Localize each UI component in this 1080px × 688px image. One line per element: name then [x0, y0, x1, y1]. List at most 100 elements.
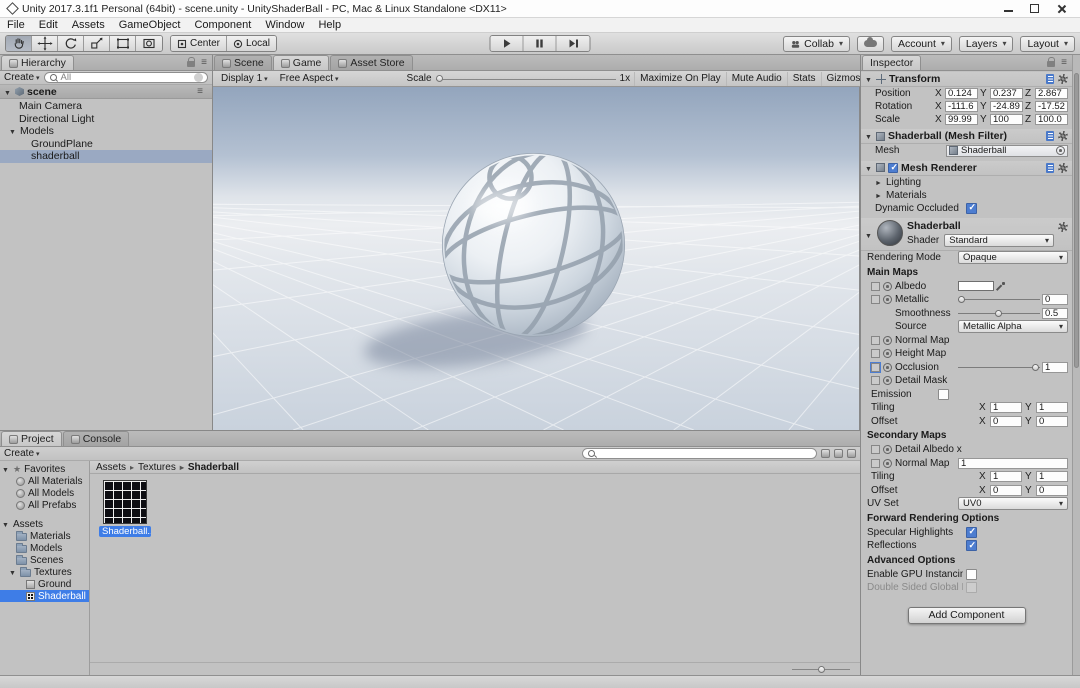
metallic-field[interactable]: 0 [1042, 294, 1068, 306]
tab-scene[interactable]: Scene [214, 55, 272, 70]
materials-foldout-row[interactable]: Materials [861, 189, 1072, 202]
project-create-dropdown[interactable]: Create [4, 448, 40, 459]
pause-button[interactable] [523, 36, 557, 51]
mute-audio-button[interactable]: Mute Audio [725, 71, 787, 86]
rotation-z-field[interactable]: -17.52 [1035, 101, 1068, 112]
slider-thumb[interactable] [818, 665, 825, 673]
smoothness-field[interactable]: 0.5 [1042, 307, 1068, 319]
dynamic-occluded-checkbox[interactable] [966, 202, 977, 214]
maximize-icon[interactable] [1030, 3, 1040, 14]
shader-dropdown[interactable]: Standard [944, 234, 1054, 247]
secondary-tiling-x-field[interactable]: 1 [990, 471, 1022, 483]
source-dropdown[interactable]: Metallic Alpha [958, 320, 1068, 334]
reflections-checkbox[interactable] [966, 540, 977, 552]
menu-gameobject[interactable]: GameObject [112, 18, 188, 32]
menu-component[interactable]: Component [187, 18, 258, 32]
texture-picker-icon[interactable] [883, 376, 892, 386]
material-header[interactable]: Shaderball Shader Standard [861, 218, 1072, 251]
help-icon[interactable] [1046, 74, 1054, 84]
texture-picker-icon[interactable] [883, 281, 892, 291]
tiling-y-field[interactable]: 1 [1036, 402, 1068, 414]
gear-icon[interactable] [1058, 162, 1068, 173]
hierarchy-item-groundplane[interactable]: GroundPlane [0, 138, 212, 151]
panel-menu-icon[interactable] [1061, 58, 1067, 68]
texture-picker-icon[interactable] [883, 458, 892, 468]
asset-shaderball[interactable]: Shaderball [0, 590, 89, 602]
rendering-mode-dropdown[interactable]: Opaque [958, 251, 1068, 265]
scrollbar-thumb[interactable] [1074, 73, 1079, 368]
foldout-icon[interactable] [875, 177, 883, 188]
texture-slot[interactable] [871, 281, 880, 291]
secondary-tiling-y-field[interactable]: 1 [1036, 471, 1068, 483]
asset-item-shaderball[interactable]: Shaderball... [99, 480, 151, 537]
assets-root-folder[interactable]: Assets [0, 518, 89, 530]
lock-icon[interactable] [187, 57, 196, 67]
offset-y-field[interactable]: 0 [1036, 415, 1068, 427]
stats-button[interactable]: Stats [786, 71, 821, 86]
rotation-x-field[interactable]: -111.6 [945, 101, 978, 112]
search-by-type-icon[interactable] [821, 449, 830, 458]
scale-x-field[interactable]: 99.99 [945, 114, 978, 125]
collab-dropdown[interactable]: Collab [783, 35, 850, 52]
texture-picker-icon[interactable] [883, 295, 892, 305]
smoothness-slider[interactable] [958, 308, 1040, 319]
slider-thumb[interactable] [958, 296, 965, 304]
display-dropdown[interactable]: Display 1 [217, 72, 272, 86]
secondary-offset-x-field[interactable]: 0 [990, 484, 1022, 496]
breadcrumb-textures[interactable]: Textures [126, 462, 176, 473]
panel-menu-icon[interactable] [201, 58, 207, 68]
aspect-dropdown[interactable]: Free Aspect [276, 72, 343, 86]
layers-dropdown[interactable]: Layers [958, 35, 1014, 52]
gear-icon[interactable] [1058, 131, 1068, 141]
rotate-tool-button[interactable] [58, 36, 84, 51]
occlusion-field[interactable]: 1 [1042, 361, 1068, 373]
transform-header[interactable]: Transform [861, 72, 1072, 87]
foldout-icon[interactable] [4, 86, 12, 98]
texture-slot[interactable] [871, 376, 880, 386]
uv-set-dropdown[interactable]: UV0 [958, 497, 1068, 511]
folder-models[interactable]: Models [0, 542, 89, 554]
scale-slider[interactable] [435, 73, 616, 85]
scene-header-row[interactable]: scene [0, 85, 212, 99]
project-search-input[interactable] [582, 448, 817, 459]
step-button[interactable] [556, 36, 590, 51]
hierarchy-tab[interactable]: Hierarchy [1, 55, 74, 70]
foldout-icon[interactable] [2, 519, 10, 530]
search-by-label-icon[interactable] [834, 449, 843, 458]
pivot-local-button[interactable]: Local [227, 36, 276, 51]
hierarchy-search-input[interactable]: All [43, 72, 208, 83]
foldout-icon[interactable] [865, 73, 873, 85]
lighting-foldout-row[interactable]: Lighting [861, 176, 1072, 189]
breadcrumb-shaderball[interactable]: Shaderball [176, 462, 239, 473]
slider-thumb[interactable] [1032, 363, 1039, 371]
rect-tool-button[interactable] [110, 36, 136, 51]
cloud-button[interactable] [856, 35, 884, 52]
account-dropdown[interactable]: Account [890, 35, 952, 52]
folder-materials[interactable]: Materials [0, 530, 89, 542]
asset-ground[interactable]: Ground [0, 578, 89, 590]
hierarchy-item-main-camera[interactable]: Main Camera [0, 100, 212, 113]
game-viewport[interactable] [213, 87, 860, 430]
help-icon[interactable] [1046, 131, 1054, 141]
menu-edit[interactable]: Edit [32, 18, 65, 32]
close-icon[interactable] [1056, 4, 1066, 14]
layout-dropdown[interactable]: Layout [1020, 35, 1075, 52]
favorites-header[interactable]: Favorites [0, 463, 89, 475]
search-clear-icon[interactable] [194, 73, 203, 82]
scale-y-field[interactable]: 100 [990, 114, 1023, 125]
mesh-filter-header[interactable]: Shaderball (Mesh Filter) [861, 129, 1072, 144]
folder-textures[interactable]: Textures [0, 566, 89, 578]
breadcrumb-assets[interactable]: Assets [96, 462, 126, 473]
menu-assets[interactable]: Assets [65, 18, 112, 32]
add-component-button[interactable]: Add Component [907, 606, 1026, 624]
foldout-icon[interactable] [865, 162, 873, 174]
texture-slot[interactable] [871, 335, 880, 345]
hand-tool-button[interactable] [6, 36, 32, 51]
texture-slot[interactable] [871, 295, 880, 305]
specular-highlights-checkbox[interactable] [966, 526, 977, 538]
mesh-object-field[interactable]: Shaderball [946, 144, 1068, 157]
minimize-icon[interactable] [1004, 4, 1014, 14]
menu-window[interactable]: Window [258, 18, 311, 32]
secondary-offset-y-field[interactable]: 0 [1036, 484, 1068, 496]
texture-slot[interactable] [871, 458, 880, 468]
